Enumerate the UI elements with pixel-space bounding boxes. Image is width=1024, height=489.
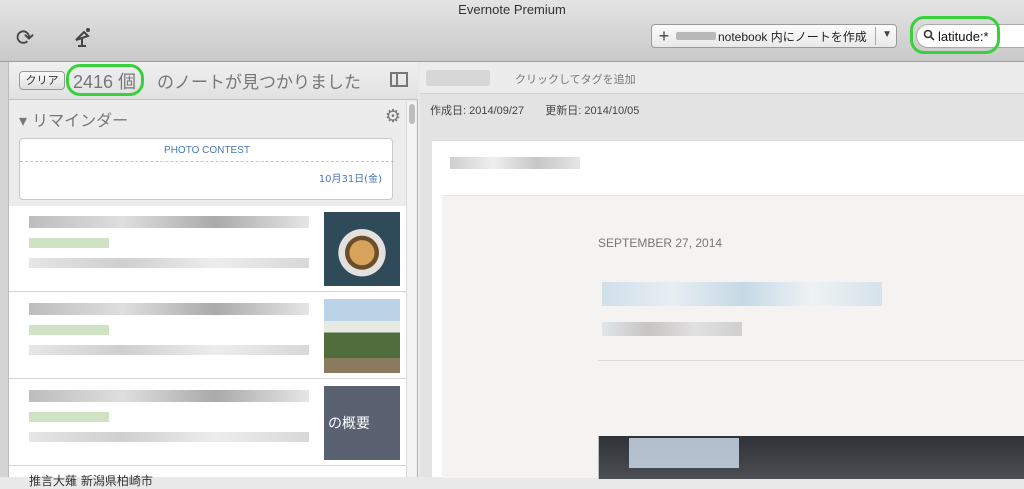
count-highlight-annotation — [66, 64, 144, 96]
new-note-label: notebook 内にノートを作成 — [718, 29, 867, 44]
window-title: Evernote Premium — [458, 2, 566, 17]
note-body[interactable]: SEPTEMBER 27, 2014 — [432, 140, 1024, 479]
updated-date: 更新日: 2014/10/05 — [545, 105, 640, 117]
note-list: の概要 推言大薙 新潟県柏崎市 — [9, 206, 406, 488]
add-tag-field[interactable]: クリックしてタグを追加 — [515, 71, 636, 87]
sidebar-edge — [0, 62, 9, 477]
note-content[interactable]: SEPTEMBER 27, 2014 — [442, 195, 1024, 479]
result-count-label: のノートが見つかりました — [157, 73, 361, 93]
reminder-date: 10月31日(金) — [318, 174, 382, 185]
chevron-down-icon[interactable]: ▼ — [882, 29, 892, 40]
thumbnail-text: の概要 — [328, 416, 370, 432]
partial-note-title[interactable]: 推言大薙 新潟県柏崎市 — [29, 472, 153, 489]
reminder-card[interactable]: PHOTO CONTEST 10月31日(金) — [19, 138, 394, 200]
note-title[interactable] — [450, 157, 580, 169]
list-item[interactable]: の概要 — [9, 380, 406, 466]
search-highlight-annotation — [910, 16, 1000, 54]
note-photo — [598, 436, 1024, 479]
new-note-button[interactable]: + notebook 内にノートを作成 ▼ — [651, 24, 897, 48]
scrollbar-thumb[interactable] — [409, 104, 415, 124]
note-dates: 作成日: 2014/09/27 更新日: 2014/10/05 — [430, 102, 657, 118]
gear-icon[interactable]: ⚙ — [385, 106, 401, 127]
note-editor: クリックしてタグを追加 作成日: 2014/09/27 更新日: 2014/10… — [420, 62, 1024, 479]
plus-icon: + — [658, 25, 670, 46]
date-heading: SEPTEMBER 27, 2014 — [598, 236, 723, 250]
view-options-icon[interactable] — [390, 72, 408, 87]
created-date: 作成日: 2014/09/27 — [430, 105, 525, 117]
reminders-title: リマインダー — [32, 111, 129, 130]
note-thumbnail — [324, 299, 400, 373]
list-item[interactable] — [9, 293, 406, 379]
notebook-name-blur — [676, 32, 716, 40]
reminders-header[interactable]: ▾ リマインダー ⚙ — [9, 102, 407, 132]
scrollbar[interactable] — [406, 102, 416, 477]
notebook-selector[interactable] — [426, 70, 490, 86]
satellite-dish-icon[interactable] — [70, 24, 96, 50]
note-thumbnail — [324, 212, 400, 286]
note-list-panel: クリア 2416 個 のノートが見つかりました ▾ リマインダー ⚙ PHOTO… — [9, 62, 418, 488]
clear-button[interactable]: クリア — [19, 71, 65, 90]
note-thumbnail: の概要 — [324, 386, 400, 460]
headline — [602, 282, 882, 306]
tag-bar: クリックしてタグを追加 — [420, 62, 1024, 94]
toolbar: Evernote Premium ⟳ + notebook 内にノートを作成 ▼ — [0, 0, 1024, 62]
reminder-card-title: PHOTO CONTEST — [164, 145, 250, 156]
sync-icon[interactable]: ⟳ — [12, 25, 38, 51]
list-item[interactable] — [9, 206, 406, 292]
subtitle — [602, 322, 742, 336]
